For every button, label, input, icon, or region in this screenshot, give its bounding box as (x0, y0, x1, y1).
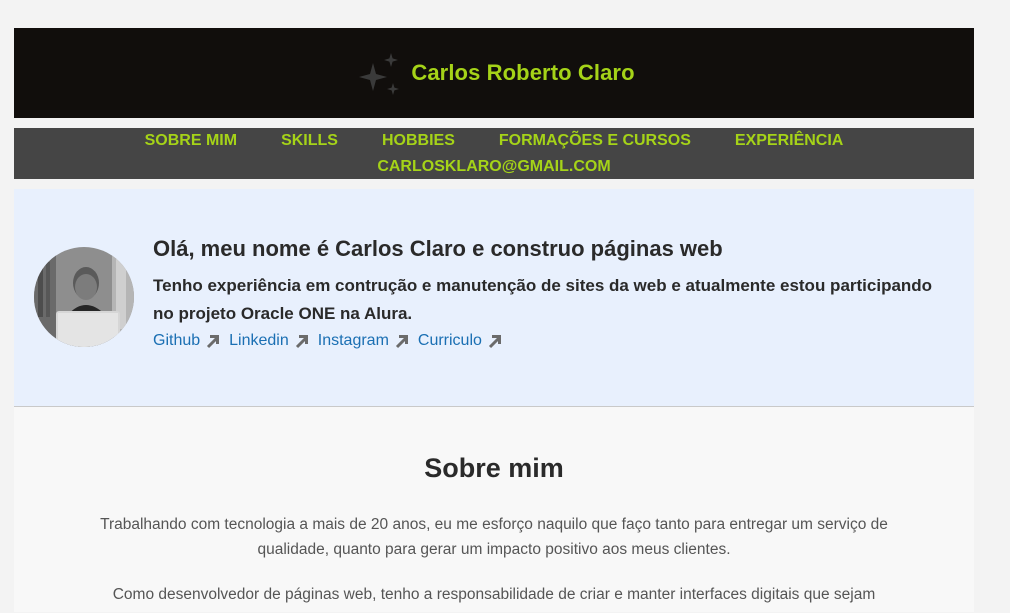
about-title: Sobre mim (424, 453, 564, 483)
nav-item-skills[interactable]: SKILLS (281, 128, 338, 154)
about-paragraph-1: Trabalhando com tecnologia a mais de 20 … (100, 516, 888, 558)
social-links: Github Linkedin Instagram Curriculo (153, 332, 933, 350)
hero-title: Olá, meu nome é Carlos Claro e construo … (153, 236, 723, 261)
nav-item-experiencia[interactable]: EXPERIÊNCIA (735, 128, 843, 154)
link-instagram[interactable]: Instagram (318, 332, 409, 350)
nav-item-email[interactable]: CARLOSKLARO@GMAIL.COM (377, 154, 610, 180)
link-github[interactable]: Github (153, 332, 220, 350)
hero-description: Tenho experiência em contrução e manuten… (153, 276, 933, 323)
hero-section: Olá, meu nome é Carlos Claro e construo … (14, 189, 974, 407)
about-section: Sobre mim Trabalhando com tecnologia a m… (14, 407, 974, 612)
site-title[interactable]: Carlos Roberto Claro (411, 60, 634, 86)
nav-item-hobbies[interactable]: HOBBIES (382, 128, 455, 154)
link-instagram-label: Instagram (317, 332, 389, 349)
link-linkedin[interactable]: Linkedin (229, 332, 309, 350)
about-paragraph-2: Como desenvolvedor de páginas web, tenho… (112, 586, 876, 603)
arrow-up-right-icon (207, 334, 220, 348)
nav-item-sobre-mim[interactable]: SOBRE MIM (145, 128, 237, 154)
arrow-up-right-icon (395, 334, 408, 348)
link-curriculo-label: Curriculo (417, 332, 482, 349)
hero-text: Olá, meu nome é Carlos Claro e construo … (153, 236, 933, 350)
main-nav: SOBRE MIM SKILLS HOBBIES FORMAÇÕES E CUR… (14, 128, 974, 179)
page: Carlos Roberto Claro SOBRE MIM SKILLS HO… (14, 28, 974, 612)
nav-item-formacoes[interactable]: FORMAÇÕES E CURSOS (499, 128, 691, 154)
arrow-up-right-icon (295, 334, 308, 348)
site-header: Carlos Roberto Claro (14, 28, 974, 118)
link-linkedin-label: Linkedin (229, 332, 289, 349)
arrow-up-right-icon (488, 334, 501, 348)
link-github-label: Github (153, 332, 201, 349)
avatar (34, 247, 134, 347)
sparkles-logo-icon (359, 53, 400, 95)
link-curriculo[interactable]: Curriculo (418, 332, 502, 350)
